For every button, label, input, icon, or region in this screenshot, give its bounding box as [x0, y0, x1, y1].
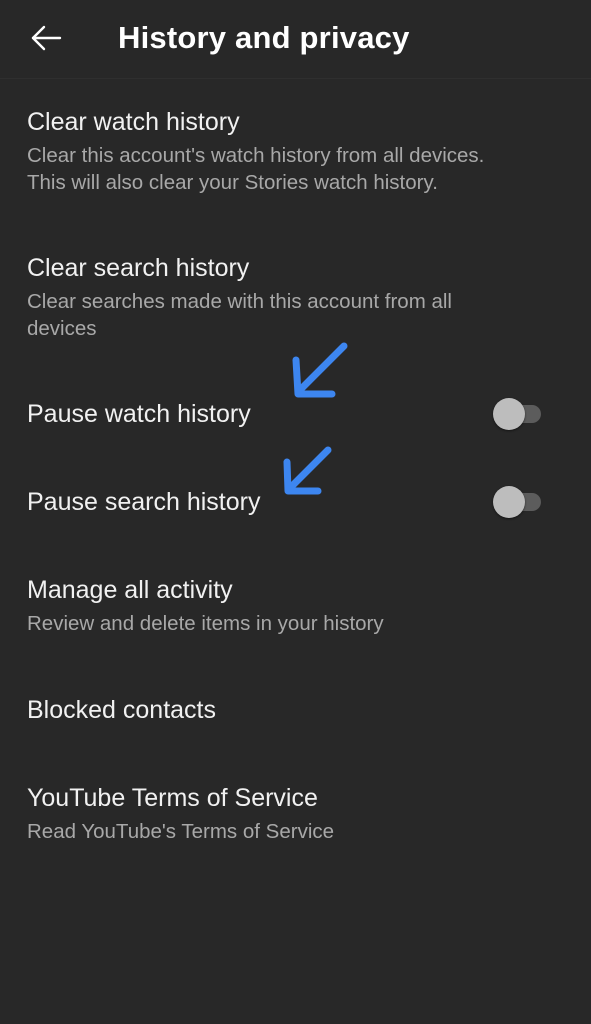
manage-all-activity-subtitle: Review and delete items in your history	[27, 612, 384, 635]
blocked-contacts-item[interactable]: Blocked contacts	[0, 678, 591, 738]
pause-watch-history-toggle[interactable]	[493, 397, 547, 430]
arrow-left-icon	[31, 25, 62, 51]
clear-watch-history-subtitle-line2: This will also clear your Stories watch …	[27, 171, 438, 194]
manage-all-activity-title: Manage all activity	[27, 576, 233, 604]
clear-watch-history-item[interactable]: Clear watch history Clear this account's…	[0, 100, 591, 210]
pause-search-history-toggle[interactable]	[493, 485, 547, 518]
app-bar: History and privacy	[0, 0, 591, 78]
arrow-down-left-icon	[283, 446, 332, 495]
clear-search-history-subtitle-line2: devices	[27, 317, 97, 340]
terms-of-service-item[interactable]: YouTube Terms of Service Read YouTube's …	[0, 776, 591, 860]
blocked-contacts-title: Blocked contacts	[27, 696, 216, 724]
app-bar-divider	[0, 78, 591, 79]
clear-search-history-title: Clear search history	[27, 254, 250, 282]
arrow-down-left-icon	[292, 342, 348, 398]
pause-search-history-title: Pause search history	[27, 488, 261, 516]
clear-watch-history-title: Clear watch history	[27, 108, 240, 136]
page-title: History and privacy	[118, 20, 410, 55]
terms-of-service-title: YouTube Terms of Service	[27, 784, 318, 812]
clear-search-history-subtitle-line1: Clear searches made with this account fr…	[27, 290, 452, 313]
toggle-knob	[493, 398, 525, 430]
manage-all-activity-item[interactable]: Manage all activity Review and delete it…	[0, 568, 591, 652]
pause-watch-history-title: Pause watch history	[27, 400, 251, 428]
toggle-knob	[493, 486, 525, 518]
terms-of-service-subtitle: Read YouTube's Terms of Service	[27, 820, 335, 843]
clear-watch-history-subtitle-line1: Clear this account's watch history from …	[27, 144, 485, 167]
back-button[interactable]	[22, 16, 70, 60]
